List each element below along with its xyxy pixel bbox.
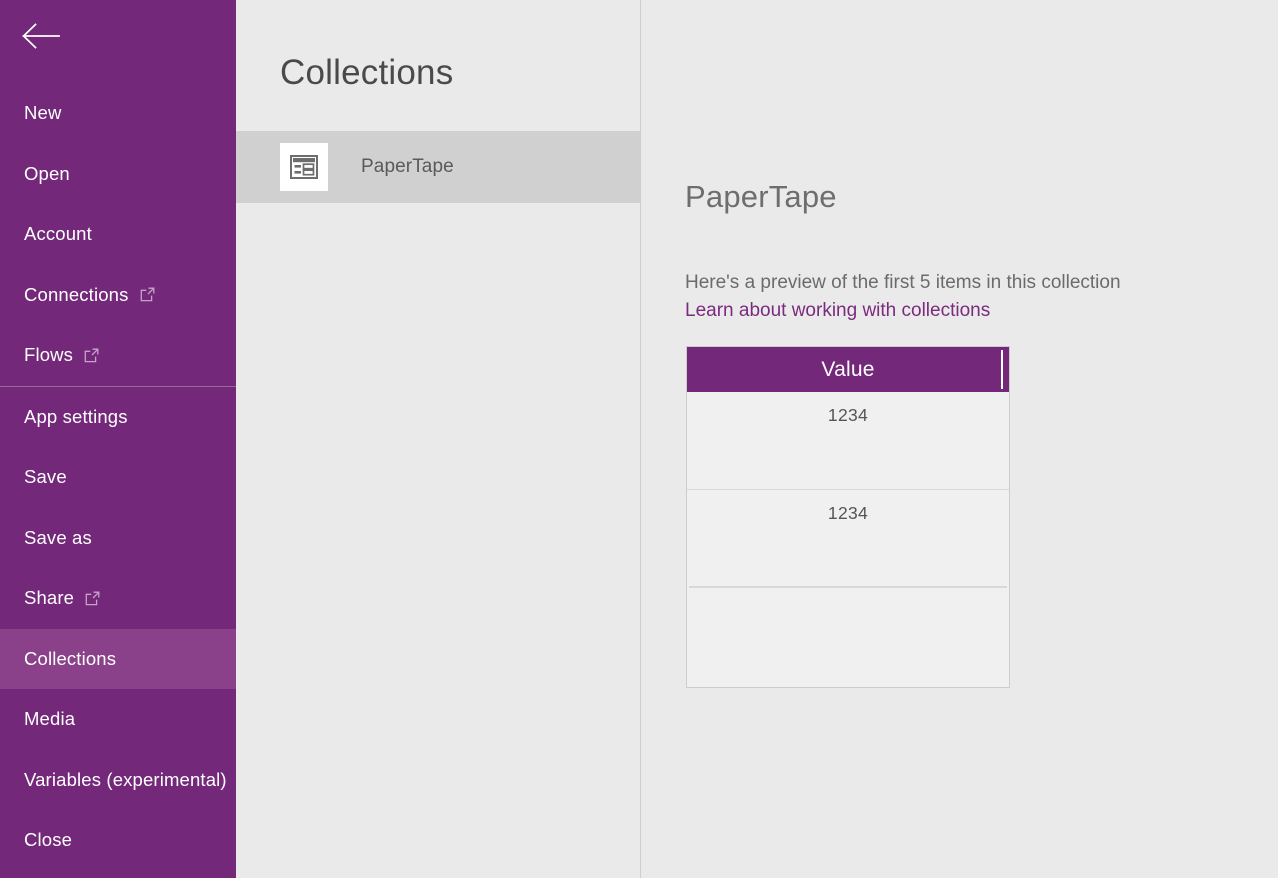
sidebar-item-open[interactable]: Open [0, 144, 236, 205]
sidebar-item-save[interactable]: Save [0, 447, 236, 508]
back-button[interactable] [0, 0, 90, 72]
sidebar-item-label: Save [24, 468, 67, 487]
column-resize-handle[interactable] [1001, 350, 1003, 389]
sidebar-item-label: Flows [24, 346, 73, 365]
sidebar-item-label: Connections [24, 286, 129, 305]
learn-about-collections-link[interactable]: Learn about working with collections [685, 301, 990, 320]
sidebar-item-account[interactable]: Account [0, 204, 236, 265]
collection-name-heading: PaperTape [685, 180, 837, 214]
list-item[interactable]: PaperTape [236, 131, 640, 203]
app-root: New Open Account Connections [0, 0, 1278, 878]
table-column-header-value: Value [821, 358, 874, 382]
sidebar-item-label: Share [24, 589, 74, 608]
table-row[interactable]: 1234 [687, 392, 1009, 489]
preview-description: Here's a preview of the first 5 items in… [685, 273, 1121, 292]
sidebar-item-share[interactable]: Share [0, 568, 236, 629]
sidebar-item-label: Close [24, 831, 72, 850]
sidebar-item-new[interactable]: New [0, 83, 236, 144]
sidebar-item-label: Save as [24, 529, 92, 548]
sidebar-item-label: Media [24, 710, 75, 729]
sidebar-item-label: Account [24, 225, 92, 244]
sidebar-item-connections[interactable]: Connections [0, 265, 236, 326]
table-row[interactable]: 1234 [687, 489, 1009, 586]
list-item-label: PaperTape [361, 156, 454, 178]
sidebar-item-label: App settings [24, 408, 128, 427]
sidebar: New Open Account Connections [0, 0, 236, 878]
external-link-icon [140, 287, 155, 302]
back-arrow-icon [22, 23, 60, 49]
collection-detail-panel: PaperTape Here's a preview of the first … [641, 0, 1278, 878]
table-cell-value: 1234 [828, 405, 868, 489]
sidebar-item-label: New [24, 104, 61, 123]
collection-preview-table: Value 1234 1234 [686, 346, 1010, 688]
table-header-row: Value [687, 347, 1009, 392]
collection-list: PaperTape [236, 131, 640, 203]
sidebar-item-variables[interactable]: Variables (experimental) [0, 750, 236, 811]
sidebar-nav: New Open Account Connections [0, 83, 236, 871]
page-title: Collections [280, 54, 453, 93]
sidebar-item-label: Open [24, 165, 70, 184]
sidebar-item-label: Variables (experimental) [24, 771, 227, 790]
sidebar-item-media[interactable]: Media [0, 689, 236, 750]
table-row-separator [689, 586, 1007, 588]
sidebar-item-close[interactable]: Close [0, 810, 236, 871]
collections-list-panel: Collections PaperTape [236, 0, 641, 878]
collection-table-icon [280, 143, 328, 191]
sidebar-item-label: Collections [24, 650, 116, 669]
sidebar-item-flows[interactable]: Flows [0, 325, 236, 386]
sidebar-item-collections[interactable]: Collections [0, 629, 236, 690]
external-link-icon [84, 348, 99, 363]
table-cell-value: 1234 [828, 503, 868, 586]
table-body: 1234 1234 [687, 392, 1009, 588]
sidebar-item-save-as[interactable]: Save as [0, 508, 236, 569]
sidebar-item-app-settings[interactable]: App settings [0, 387, 236, 448]
external-link-icon [85, 591, 100, 606]
